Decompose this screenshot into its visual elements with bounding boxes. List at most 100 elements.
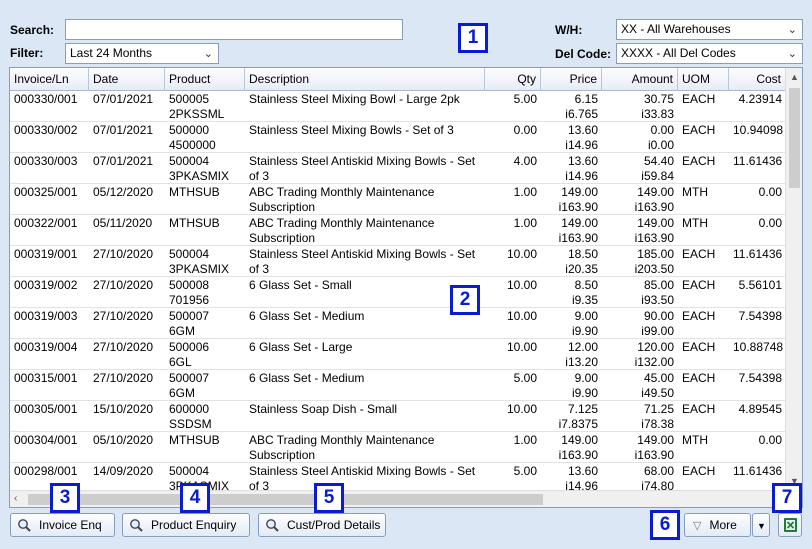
cell-uom: EACH bbox=[682, 154, 716, 168]
cell-date: 07/01/2021 bbox=[93, 92, 154, 106]
column-header-qty[interactable]: Qty bbox=[485, 68, 541, 91]
more-dropdown-button[interactable]: ▼ bbox=[752, 513, 770, 537]
table-row[interactable]: 000319/004 27/10/2020 500006 6GL 6 Glass Set… bbox=[10, 339, 786, 370]
cell-amount: 149.00 bbox=[637, 433, 674, 447]
cell-cost: 0.00 bbox=[758, 433, 782, 447]
cell-date: 27/10/2020 bbox=[93, 247, 154, 261]
column-header-price[interactable]: Price bbox=[541, 68, 602, 91]
cell-invoice: 000319/003 bbox=[14, 309, 78, 323]
cell-product-code: 600000 bbox=[169, 402, 210, 416]
cell-cost: 5.56101 bbox=[738, 278, 782, 292]
more-button[interactable]: ▽ More bbox=[684, 513, 751, 537]
cell-product-alt: 3PKASMIX bbox=[169, 169, 230, 183]
cell-qty: 1.00 bbox=[513, 216, 537, 230]
cell-price-inc: i9.90 bbox=[571, 386, 598, 400]
cell-description: Stainless Steel Mixing Bowls - Set of 3 bbox=[249, 123, 454, 137]
table-row[interactable]: 000330/003 07/01/2021 500004 3PKASMIX Stainl… bbox=[10, 153, 786, 184]
cust-prod-details-button[interactable]: Cust/Prod Details bbox=[258, 513, 386, 537]
table-row[interactable]: 000315/001 27/10/2020 500007 6GM 6 Glass Set… bbox=[10, 370, 786, 401]
search-input[interactable] bbox=[65, 19, 403, 40]
cell-cost: 11.61436 bbox=[733, 154, 783, 168]
cell-description: ABC Trading Monthly Maintenance Subscrip… bbox=[249, 216, 435, 245]
cell-amount: 71.25 bbox=[643, 402, 674, 416]
cell-amount: 85.00 bbox=[643, 278, 674, 292]
table-row[interactable]: 000298/00114/09/20205000043PKASMIXStainl… bbox=[10, 463, 786, 492]
triangle-down-icon: ▽ bbox=[693, 520, 702, 532]
invoice-enq-button[interactable]: Invoice Enq bbox=[10, 513, 115, 537]
horizontal-scrollbar[interactable]: ‹ bbox=[10, 490, 786, 507]
magnifier-icon bbox=[266, 519, 279, 532]
table-row[interactable]: 000330/002 07/01/2021 500000 4500000 Stainle… bbox=[10, 122, 786, 153]
cell-amount-inc: i163.90 bbox=[634, 231, 674, 245]
cell-amount: 149.00 bbox=[637, 216, 674, 230]
table-row[interactable]: 000325/001 05/12/2020 MTHSUB ABC Trading Mo… bbox=[10, 184, 786, 215]
table-row[interactable]: 000319/002 27/10/2020 500008 701956 6 Glass … bbox=[10, 277, 786, 308]
column-header-amount[interactable]: Amount bbox=[602, 68, 678, 91]
column-header-cost[interactable]: Cost bbox=[729, 68, 786, 91]
table-row[interactable]: 000304/001 05/10/2020 MTHSUB ABC Trading Mo… bbox=[10, 432, 786, 463]
cell-amount-inc: i163.90 bbox=[634, 448, 674, 462]
horizontal-scroll-thumb[interactable] bbox=[28, 494, 543, 505]
cell-uom: EACH bbox=[682, 371, 716, 385]
column-header-uom[interactable]: UOM bbox=[678, 68, 729, 91]
table-row[interactable]: 000319/003 27/10/2020 500007 6GM 6 Glass Set… bbox=[10, 308, 786, 339]
vertical-scroll-thumb[interactable] bbox=[789, 88, 800, 188]
vertical-scrollbar[interactable]: ▲ ▼ bbox=[785, 68, 802, 492]
cell-price: 13.60 bbox=[567, 154, 598, 168]
cell-date: 27/10/2020 bbox=[93, 278, 154, 292]
cell-amount: 120.00 bbox=[637, 340, 674, 354]
invoice-grid[interactable]: Invoice/Ln Date Product Description Qty … bbox=[9, 67, 803, 508]
cell-price: 13.60 bbox=[567, 464, 598, 478]
cell-amount: 45.00 bbox=[643, 371, 674, 385]
cell-price-inc: i163.90 bbox=[558, 448, 598, 462]
cell-description: Stainless Steel Antiskid Mixing Bowls - … bbox=[249, 247, 476, 276]
del-code-select[interactable]: XXXX - All Del Codes ⌄ bbox=[616, 43, 803, 64]
search-label: Search: bbox=[10, 23, 55, 37]
cell-cost: 7.54398 bbox=[738, 371, 782, 385]
del-code-value: XXXX - All Del Codes bbox=[621, 46, 736, 60]
cell-invoice: 000325/001 bbox=[14, 185, 78, 199]
product-enquiry-label: Product Enquiry bbox=[151, 518, 237, 532]
cell-description: Stainless Steel Mixing Bowl - Large 2pk bbox=[249, 92, 460, 106]
magnifier-icon bbox=[130, 519, 143, 532]
cell-price-inc: i13.20 bbox=[565, 355, 598, 369]
cell-cost: 4.23914 bbox=[738, 92, 782, 106]
grid-body: 000330/001 07/01/2021 500005 2PKSSML Stainle… bbox=[10, 91, 786, 492]
cell-product-alt: 6GM bbox=[169, 386, 196, 400]
marker-2: 2 bbox=[450, 285, 480, 315]
marker-7: 7 bbox=[772, 483, 802, 513]
column-header-date[interactable]: Date bbox=[89, 68, 165, 91]
cell-qty: 10.00 bbox=[506, 402, 537, 416]
cell-date: 27/10/2020 bbox=[93, 340, 154, 354]
cell-price-inc: i14.96 bbox=[565, 169, 598, 183]
warehouse-label: W/H: bbox=[555, 23, 583, 37]
table-row[interactable]: 000305/001 15/10/2020 600000 SSDSM Stainless… bbox=[10, 401, 786, 432]
export-excel-button[interactable] bbox=[778, 513, 802, 537]
table-row[interactable]: 000319/001 27/10/2020 500004 3PKASMIX Stainl… bbox=[10, 246, 786, 277]
table-row[interactable]: 000322/001 05/11/2020 MTHSUB ABC Trading Mo… bbox=[10, 215, 786, 246]
column-header-description[interactable]: Description bbox=[245, 68, 485, 91]
cell-product-alt: 6GL bbox=[169, 355, 192, 369]
warehouse-select[interactable]: XX - All Warehouses ⌄ bbox=[616, 19, 803, 40]
cell-cost: 11.61436 bbox=[733, 247, 783, 261]
cell-price-inc: i6.765 bbox=[565, 107, 598, 121]
filter-select[interactable]: Last 24 Months ⌄ bbox=[65, 43, 219, 64]
cell-description: 6 Glass Set - Small bbox=[249, 278, 352, 292]
cell-product-code: 500005 bbox=[169, 92, 210, 106]
warehouse-value: XX - All Warehouses bbox=[621, 22, 731, 36]
cell-product-alt: SSDSM bbox=[169, 417, 212, 431]
product-enquiry-button[interactable]: Product Enquiry bbox=[122, 513, 250, 537]
table-row[interactable]: 000330/001 07/01/2021 500005 2PKSSML Stainle… bbox=[10, 91, 786, 122]
cell-product-code: MTHSUB bbox=[169, 185, 220, 199]
cell-uom: EACH bbox=[682, 123, 716, 137]
cell-invoice: 000330/003 bbox=[14, 154, 78, 168]
cell-date: 07/01/2021 bbox=[93, 123, 154, 137]
column-header-product[interactable]: Product bbox=[165, 68, 245, 91]
cell-price: 6.15 bbox=[574, 92, 598, 106]
scroll-left-icon[interactable]: ‹ bbox=[14, 493, 17, 504]
scroll-up-icon[interactable]: ▲ bbox=[790, 72, 799, 82]
cell-price-inc: i163.90 bbox=[558, 200, 598, 214]
column-header-invoice[interactable]: Invoice/Ln bbox=[10, 68, 89, 91]
cell-product-code: 500004 bbox=[169, 247, 210, 261]
cell-qty: 10.00 bbox=[506, 247, 537, 261]
